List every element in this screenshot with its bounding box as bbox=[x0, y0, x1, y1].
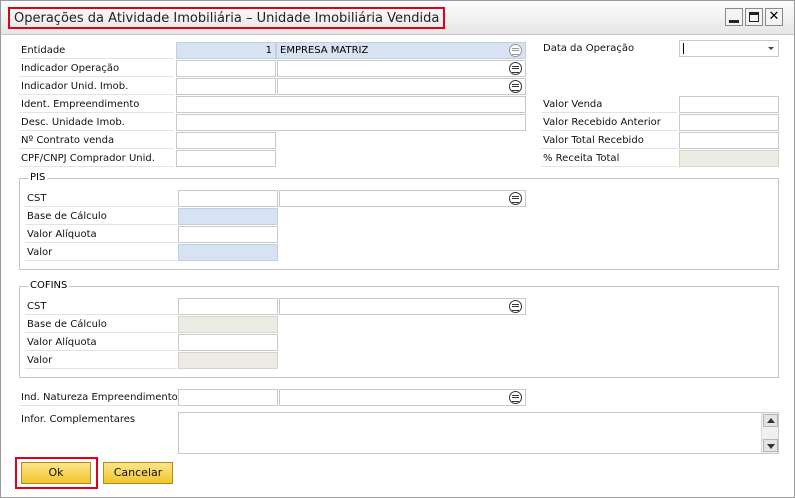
receita-total-label: % Receita Total bbox=[541, 150, 677, 167]
arrow-up-icon bbox=[767, 418, 775, 423]
entidade-name: EMPRESA MATRIZ bbox=[280, 45, 369, 56]
arrow-down-icon bbox=[767, 444, 775, 449]
data-operacao-label: Data da Operação bbox=[543, 43, 635, 54]
indicador-unid-label: Indicador Unid. Imob. bbox=[19, 78, 174, 95]
pis-cst-code-input[interactable] bbox=[178, 190, 278, 207]
ident-empreendimento-label: Ident. Empreendimento bbox=[19, 96, 174, 113]
indicador-unid-code-input[interactable] bbox=[176, 78, 276, 95]
valor-recebido-anterior-input[interactable] bbox=[679, 114, 779, 131]
contrato-venda-label: Nº Contrato venda bbox=[19, 132, 174, 149]
text-caret bbox=[683, 43, 684, 54]
maximize-button[interactable] bbox=[745, 8, 763, 26]
natureza-code-input[interactable] bbox=[178, 389, 278, 406]
close-icon: ✕ bbox=[768, 9, 780, 24]
cpf-cnpj-input[interactable] bbox=[176, 150, 276, 167]
complementares-label: Infor. Complementares bbox=[21, 414, 136, 425]
minimize-icon bbox=[729, 20, 739, 23]
natureza-desc-input[interactable] bbox=[279, 389, 526, 406]
choose-from-list-icon[interactable] bbox=[509, 80, 522, 93]
entidade-name-field: EMPRESA MATRIZ bbox=[276, 42, 526, 59]
scroll-down-button[interactable] bbox=[763, 439, 778, 452]
pis-valor-label: Valor bbox=[25, 244, 177, 261]
entidade-code-field: 1 bbox=[176, 42, 276, 59]
data-operacao-input[interactable] bbox=[679, 40, 779, 57]
dropdown-arrow-icon[interactable] bbox=[768, 47, 774, 50]
entidade-label: Entidade bbox=[19, 42, 174, 59]
cofins-cst-label: CST bbox=[25, 298, 177, 315]
cofins-cst-desc-input[interactable] bbox=[279, 298, 526, 315]
cofins-group-title: COFINS bbox=[28, 280, 70, 292]
pis-group-title: PIS bbox=[28, 172, 48, 184]
desc-unidade-input[interactable] bbox=[176, 114, 526, 131]
cancel-button[interactable]: Cancelar bbox=[103, 462, 173, 484]
cofins-valor-field bbox=[178, 352, 278, 369]
window-title: Operações da Atividade Imobiliária – Uni… bbox=[8, 7, 446, 29]
cofins-base-field bbox=[178, 316, 278, 333]
choose-from-list-icon bbox=[509, 44, 522, 57]
cofins-aliquota-input[interactable] bbox=[178, 334, 278, 351]
ident-empreendimento-input[interactable] bbox=[176, 96, 526, 113]
cpf-cnpj-label: CPF/CNPJ Comprador Unid. bbox=[19, 150, 174, 167]
indicador-operacao-desc-input[interactable] bbox=[277, 60, 526, 77]
ok-button[interactable]: Ok bbox=[21, 462, 91, 484]
valor-venda-input[interactable] bbox=[679, 96, 779, 113]
minimize-button[interactable] bbox=[725, 8, 743, 26]
valor-recebido-anterior-label: Valor Recebido Anterior bbox=[541, 114, 677, 131]
cofins-base-label: Base de Cálculo bbox=[25, 316, 177, 333]
choose-from-list-icon[interactable] bbox=[509, 391, 522, 404]
indicador-unid-desc-input[interactable] bbox=[277, 78, 526, 95]
cofins-valor-label: Valor bbox=[25, 352, 177, 369]
choose-from-list-icon[interactable] bbox=[509, 62, 522, 75]
contrato-venda-input[interactable] bbox=[176, 132, 276, 149]
cofins-cst-code-input[interactable] bbox=[178, 298, 278, 315]
title-bar: Operações da Atividade Imobiliária – Uni… bbox=[1, 1, 794, 35]
pis-cst-label: CST bbox=[25, 190, 177, 207]
indicador-operacao-code-input[interactable] bbox=[176, 60, 276, 77]
cofins-aliquota-label: Valor Alíquota bbox=[25, 334, 177, 351]
entidade-code: 1 bbox=[265, 45, 272, 56]
pis-base-label: Base de Cálculo bbox=[25, 208, 177, 225]
close-button[interactable]: ✕ bbox=[765, 8, 783, 26]
dialog-window: Operações da Atividade Imobiliária – Uni… bbox=[0, 0, 795, 498]
desc-unidade-label: Desc. Unidade Imob. bbox=[19, 114, 174, 131]
choose-from-list-icon[interactable] bbox=[509, 300, 522, 313]
pis-aliquota-input[interactable] bbox=[178, 226, 278, 243]
natureza-label: Ind. Natureza Empreendimento bbox=[19, 389, 178, 406]
vertical-scrollbar[interactable] bbox=[761, 413, 778, 453]
pis-base-field bbox=[178, 208, 278, 225]
scroll-up-button[interactable] bbox=[763, 414, 778, 427]
pis-cst-desc-input[interactable] bbox=[279, 190, 526, 207]
indicador-operacao-label: Indicador Operação bbox=[19, 60, 174, 77]
pis-valor-field bbox=[178, 244, 278, 261]
maximize-icon bbox=[749, 12, 759, 22]
valor-total-recebido-label: Valor Total Recebido bbox=[541, 132, 677, 149]
complementares-textarea[interactable] bbox=[178, 412, 779, 454]
pis-aliquota-label: Valor Alíquota bbox=[25, 226, 177, 243]
receita-total-field bbox=[679, 150, 779, 167]
valor-total-recebido-input[interactable] bbox=[679, 132, 779, 149]
choose-from-list-icon[interactable] bbox=[509, 192, 522, 205]
valor-venda-label: Valor Venda bbox=[541, 96, 677, 113]
